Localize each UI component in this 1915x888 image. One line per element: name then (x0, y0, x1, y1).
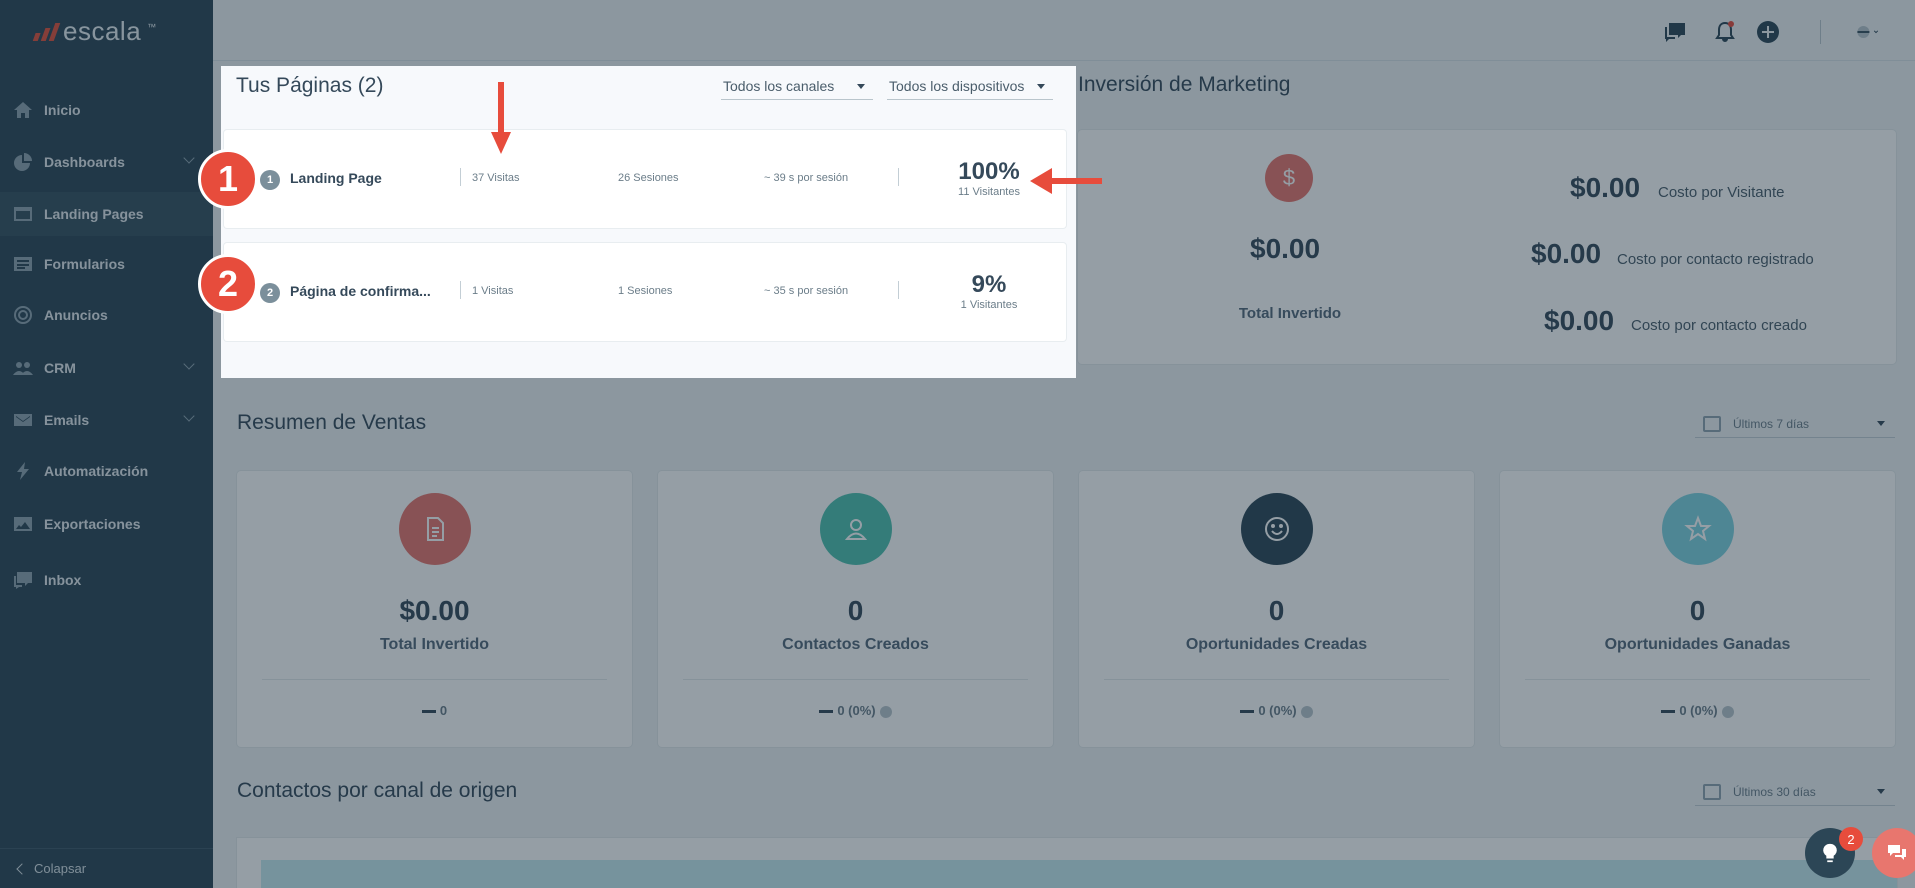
step-badge-1: 1 (198, 149, 258, 209)
page-visits: 1 Visitas (472, 285, 514, 297)
caret-down-icon (1037, 84, 1045, 89)
page-sessions: 26 Sesiones (618, 172, 679, 184)
page-name[interactable]: Página de confirma... (290, 283, 438, 299)
page-time: ~ 39 s por sesión (764, 172, 849, 184)
page-index: 1 (260, 170, 280, 190)
page-name[interactable]: Landing Page (290, 170, 438, 186)
page-time: ~ 35 s por sesión (764, 285, 849, 297)
device-filter-value: Todos los dispositivos (889, 77, 1025, 94)
notification-count-badge: 2 (1839, 827, 1863, 851)
page-sessions: 1 Sesiones (618, 285, 673, 297)
divider (898, 168, 899, 186)
divider (898, 281, 899, 299)
step-badge-2: 2 (198, 254, 258, 314)
page-row[interactable]: 1 Landing Page 37 Visitas 26 Sesiones ~ … (224, 130, 1066, 228)
pages-panel-title: Tus Páginas (2) (236, 74, 384, 97)
arrow-left-icon (1030, 168, 1102, 194)
chat-bubbles-icon (1888, 845, 1906, 860)
arrow-down-icon (491, 82, 511, 154)
page-index: 2 (260, 283, 280, 303)
page-percent: 9% (971, 271, 1007, 298)
divider (460, 281, 461, 299)
chat-button[interactable] (1872, 828, 1915, 878)
divider (460, 168, 461, 186)
channel-filter-value: Todos los canales (723, 77, 835, 94)
caret-down-icon (857, 84, 865, 89)
lightbulb-icon (1823, 843, 1837, 863)
device-filter-select[interactable]: Todos los dispositivos (887, 72, 1053, 100)
pages-panel: Tus Páginas (2) Todos los canales Todos … (221, 66, 1076, 378)
page-row[interactable]: 2 Página de confirma... 1 Visitas 1 Sesi… (224, 243, 1066, 341)
page-visitors: 1 Visitantes (960, 299, 1018, 311)
channel-filter-select[interactable]: Todos los canales (721, 72, 873, 100)
page-visits: 37 Visitas (472, 172, 520, 184)
